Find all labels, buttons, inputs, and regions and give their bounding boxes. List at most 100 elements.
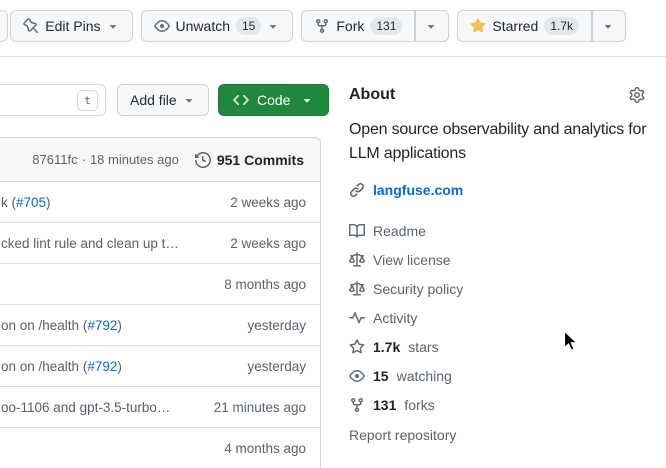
chevron-down-icon (601, 19, 615, 33)
commit-message-text: oo-1106 and gpt-3.5-turbo… (1, 400, 170, 415)
commits-count-link[interactable]: 951 Commits (217, 152, 304, 168)
commit-date[interactable]: 2 weeks ago (230, 236, 320, 251)
commit-message-text: on on /health ( (1, 318, 87, 333)
repo-page: Edit Pins Unwatch 15 Fork 131 Starred 1. (0, 0, 666, 468)
pr-link[interactable]: #792 (87, 318, 117, 333)
item-count: 131 (373, 397, 396, 413)
commit-message-text: on on /health ( (1, 359, 87, 374)
edit-pins-button[interactable]: Edit Pins (10, 10, 132, 42)
file-row[interactable]: cked lint rule and clean up t… 2 weeks a… (0, 223, 320, 264)
law-icon (349, 252, 365, 268)
repo-description: Open source observability and analytics … (349, 118, 653, 166)
star-icon (349, 339, 365, 355)
forks-count: 131 (370, 17, 402, 35)
chevron-down-icon (182, 93, 196, 107)
commit-date[interactable]: 4 months ago (224, 441, 320, 456)
file-row[interactable]: k (#705) 2 weeks ago (0, 182, 320, 223)
about-sidebar: About Open source observability and anal… (349, 86, 653, 443)
go-to-file-input[interactable]: t (0, 84, 106, 116)
fork-label: Fork (336, 18, 364, 34)
commit-message-text: ) (117, 318, 122, 333)
commit-message-text: ) (46, 195, 51, 210)
file-row[interactable]: 8 months ago (0, 264, 320, 305)
last-commit-time: 18 minutes ago (90, 152, 179, 167)
pulse-icon (349, 310, 365, 326)
sidebar-item-license[interactable]: View license (349, 245, 653, 274)
starred-button[interactable]: Starred 1.7k (457, 10, 592, 42)
commit-message[interactable]: on on /health (#792) (0, 359, 122, 374)
cut-off-button[interactable] (0, 10, 8, 42)
code-button[interactable]: Code (218, 84, 329, 116)
stars-count: 1.7k (544, 17, 579, 35)
code-icon (233, 92, 249, 108)
item-label: watching (397, 368, 452, 384)
commit-message[interactable]: on on /health (#792) (0, 318, 122, 333)
repo-toolbar: Edit Pins Unwatch 15 Fork 131 Starred 1. (0, 0, 666, 57)
item-label: View license (373, 252, 451, 268)
website-row: langfuse.com (349, 182, 653, 198)
gear-icon[interactable] (629, 87, 645, 103)
item-count: 1.7k (373, 339, 400, 355)
commit-date[interactable]: yesterday (247, 318, 320, 333)
unwatch-label: Unwatch (176, 18, 230, 34)
file-row[interactable]: 4 months ago (0, 428, 320, 468)
report-repository-link[interactable]: Report repository (349, 427, 653, 443)
file-row[interactable]: oo-1106 and gpt-3.5-turbo… 21 minutes ag… (0, 387, 320, 428)
star-dropdown-button[interactable] (592, 10, 626, 42)
commits-bar: 87611fc · 18 minutes ago 951 Commits (0, 138, 320, 182)
sidebar-item-security-policy[interactable]: Security policy (349, 274, 653, 303)
pin-icon (23, 18, 39, 34)
commit-message-text: ) (117, 359, 122, 374)
commit-date[interactable]: 8 months ago (224, 277, 320, 292)
repo-forked-icon (314, 18, 330, 34)
book-icon (349, 223, 365, 239)
fork-button[interactable]: Fork 131 (301, 10, 415, 42)
commit-message[interactable]: oo-1106 and gpt-3.5-turbo… (0, 400, 170, 415)
unwatch-button[interactable]: Unwatch 15 (141, 10, 294, 42)
sidebar-item-watching[interactable]: 15 watching (349, 361, 653, 390)
item-label: Readme (373, 223, 426, 239)
history-icon (195, 152, 211, 168)
edit-pins-label: Edit Pins (45, 18, 100, 34)
starred-label: Starred (492, 18, 538, 34)
file-row[interactable]: on on /health (#792) yesterday (0, 305, 320, 346)
item-count: 15 (373, 368, 389, 384)
law-icon (349, 281, 365, 297)
fork-split-button: Fork 131 (301, 10, 449, 42)
sidebar-item-forks[interactable]: 131 forks (349, 390, 653, 419)
add-file-label: Add file (130, 92, 177, 108)
website-link[interactable]: langfuse.com (373, 182, 463, 198)
chevron-down-icon (266, 19, 280, 33)
commit-message[interactable]: k (#705) (0, 195, 51, 210)
pr-link[interactable]: #705 (16, 195, 46, 210)
commit-sha[interactable]: 87611fc (32, 152, 77, 167)
repo-forked-icon (349, 397, 365, 413)
star-filled-icon (470, 18, 486, 34)
commit-message[interactable]: cked lint rule and clean up t… (0, 236, 179, 251)
file-row[interactable]: on on /health (#792) yesterday (0, 346, 320, 387)
about-title: About (349, 86, 395, 104)
separator-dot: · (82, 152, 86, 167)
commit-message-text: k ( (1, 195, 16, 210)
commit-date[interactable]: 21 minutes ago (214, 400, 320, 415)
link-icon (349, 182, 365, 198)
eye-icon (154, 18, 170, 34)
item-label: forks (404, 397, 434, 413)
sidebar-item-readme[interactable]: Readme (349, 216, 653, 245)
fork-dropdown-button[interactable] (415, 10, 449, 42)
sidebar-item-activity[interactable]: Activity (349, 303, 653, 332)
code-label: Code (257, 92, 290, 108)
star-split-button: Starred 1.7k (457, 10, 626, 42)
item-label: Security policy (373, 281, 463, 297)
commit-date[interactable]: 2 weeks ago (230, 195, 320, 210)
item-label: stars (408, 339, 438, 355)
chevron-down-icon (106, 19, 120, 33)
add-file-button[interactable]: Add file (117, 84, 209, 116)
item-label: Activity (373, 310, 417, 326)
chevron-down-icon (300, 93, 314, 107)
eye-icon (349, 368, 365, 384)
file-table: 87611fc · 18 minutes ago 951 Commits k (… (0, 137, 321, 468)
commit-date[interactable]: yesterday (247, 359, 320, 374)
pr-link[interactable]: #792 (87, 359, 117, 374)
sidebar-item-stars[interactable]: 1.7k stars (349, 332, 653, 361)
